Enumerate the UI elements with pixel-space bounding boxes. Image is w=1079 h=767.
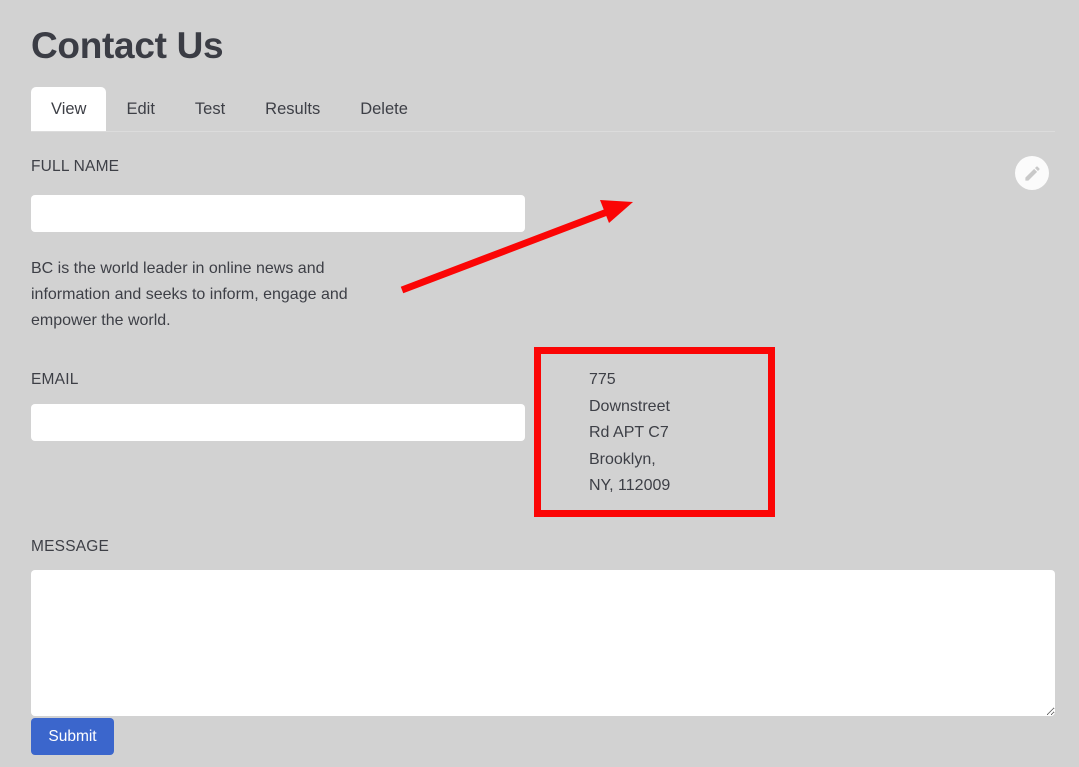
email-label: EMAIL xyxy=(31,371,79,388)
tab-bar: View Edit Test Results Delete xyxy=(31,87,1055,132)
tab-edit[interactable]: Edit xyxy=(106,87,174,132)
message-label: MESSAGE xyxy=(31,538,110,555)
message-input[interactable] xyxy=(31,570,1055,716)
address-line: Rd APT C7 xyxy=(589,424,669,441)
email-input[interactable] xyxy=(31,404,525,441)
address-line: Brooklyn, xyxy=(589,450,656,468)
tab-bar-divider xyxy=(31,131,1055,132)
fullname-label: FULL NAME xyxy=(31,158,120,175)
contact-us-page: Contact Us View Edit Test Results Delete… xyxy=(0,0,1079,767)
address-line: Downstreet xyxy=(589,397,670,415)
tab-view[interactable]: View xyxy=(31,87,107,132)
address-callout: 775 Downstreet Rd APT C7 Brooklyn, NY, 1… xyxy=(589,367,670,500)
submit-button[interactable]: Submit xyxy=(31,718,114,755)
fullname-input[interactable] xyxy=(31,195,525,232)
tab-test[interactable]: Test xyxy=(175,87,245,132)
pencil-icon xyxy=(1023,164,1042,183)
address-line: NY, 112009 xyxy=(589,477,671,494)
fullname-help-text: BC is the world leader in online news an… xyxy=(31,260,348,329)
tab-results[interactable]: Results xyxy=(245,87,340,132)
page-title: Contact Us xyxy=(31,25,224,66)
address-line: 775 xyxy=(589,371,616,388)
edit-pencil-button[interactable] xyxy=(1015,156,1049,190)
tab-delete[interactable]: Delete xyxy=(340,87,428,132)
